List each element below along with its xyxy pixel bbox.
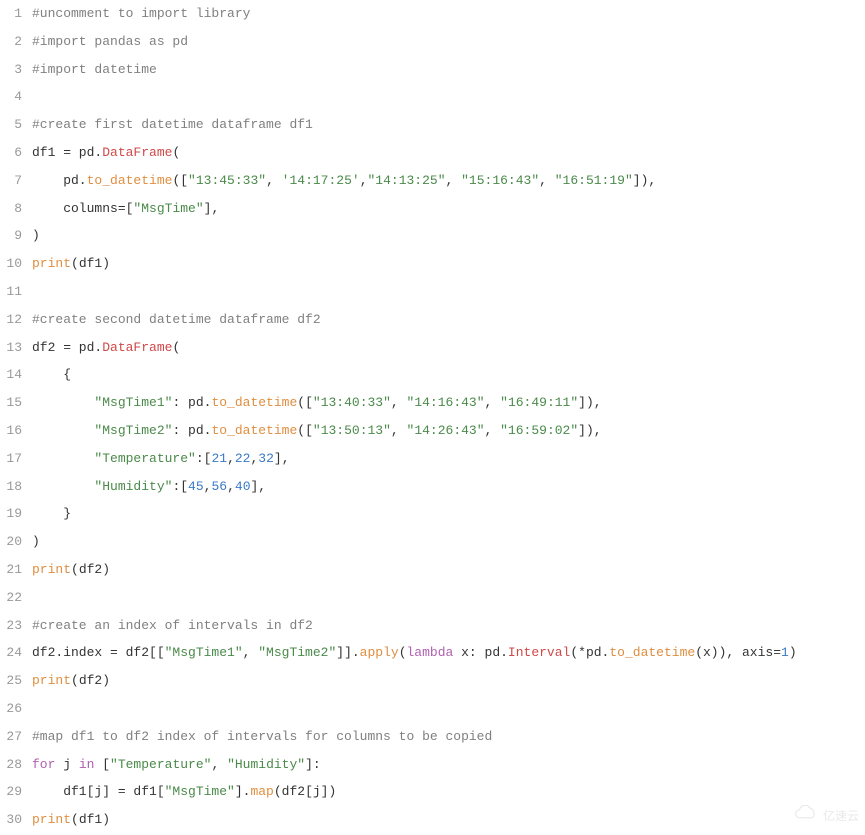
code-line: df2 = pd.DataFrame(	[32, 334, 865, 362]
line-number: 11	[0, 278, 22, 306]
line-number: 8	[0, 195, 22, 223]
code-line: )	[32, 528, 865, 556]
line-number: 9	[0, 222, 22, 250]
code-line: "Humidity":[45,56,40],	[32, 473, 865, 501]
code-line: df1 = pd.DataFrame(	[32, 139, 865, 167]
line-number: 13	[0, 334, 22, 362]
code-line: df1[j] = df1["MsgTime"].map(df2[j])	[32, 778, 865, 806]
code-line: columns=["MsgTime"],	[32, 195, 865, 223]
line-number: 5	[0, 111, 22, 139]
line-number: 10	[0, 250, 22, 278]
line-number: 24	[0, 639, 22, 667]
line-number: 20	[0, 528, 22, 556]
code-line	[32, 584, 865, 612]
code-line: #uncomment to import library	[32, 0, 865, 28]
code-line	[32, 695, 865, 723]
line-number: 22	[0, 584, 22, 612]
line-number: 4	[0, 83, 22, 111]
code-line: print(df1)	[32, 806, 865, 834]
line-number: 23	[0, 612, 22, 640]
line-number: 6	[0, 139, 22, 167]
line-number: 29	[0, 778, 22, 806]
code-line: print(df2)	[32, 667, 865, 695]
code-line: #import pandas as pd	[32, 28, 865, 56]
line-number: 2	[0, 28, 22, 56]
line-number: 17	[0, 445, 22, 473]
code-line	[32, 83, 865, 111]
code-line: print(df1)	[32, 250, 865, 278]
line-number: 18	[0, 473, 22, 501]
line-number: 28	[0, 751, 22, 779]
line-number-gutter: 1234567891011121314151617181920212223242…	[0, 0, 32, 834]
code-line: "MsgTime1": pd.to_datetime(["13:40:33", …	[32, 389, 865, 417]
line-number: 7	[0, 167, 22, 195]
code-line: #map df1 to df2 index of intervals for c…	[32, 723, 865, 751]
line-number: 16	[0, 417, 22, 445]
code-line	[32, 278, 865, 306]
code-line: "Temperature":[21,22,32],	[32, 445, 865, 473]
line-number: 30	[0, 806, 22, 834]
line-number: 14	[0, 361, 22, 389]
cloud-icon	[793, 805, 819, 825]
code-line: "MsgTime2": pd.to_datetime(["13:50:13", …	[32, 417, 865, 445]
code-line: }	[32, 500, 865, 528]
line-number: 15	[0, 389, 22, 417]
code-line: print(df2)	[32, 556, 865, 584]
code-line: #create second datetime dataframe df2	[32, 306, 865, 334]
code-line: for j in ["Temperature", "Humidity"]:	[32, 751, 865, 779]
line-number: 27	[0, 723, 22, 751]
code-editor: 1234567891011121314151617181920212223242…	[0, 0, 865, 834]
line-number: 3	[0, 56, 22, 84]
watermark: 亿速云	[793, 805, 859, 825]
line-number: 12	[0, 306, 22, 334]
code-line: pd.to_datetime(["13:45:33", '14:17:25',"…	[32, 167, 865, 195]
code-line: #create an index of intervals in df2	[32, 612, 865, 640]
line-number: 1	[0, 0, 22, 28]
line-number: 19	[0, 500, 22, 528]
code-content[interactable]: #uncomment to import library#import pand…	[32, 0, 865, 834]
watermark-text: 亿速云	[823, 807, 859, 824]
code-line: df2.index = df2[["MsgTime1", "MsgTime2"]…	[32, 639, 865, 667]
code-line: {	[32, 361, 865, 389]
code-line: #create first datetime dataframe df1	[32, 111, 865, 139]
line-number: 21	[0, 556, 22, 584]
code-line: #import datetime	[32, 56, 865, 84]
line-number: 25	[0, 667, 22, 695]
code-line: )	[32, 222, 865, 250]
line-number: 26	[0, 695, 22, 723]
